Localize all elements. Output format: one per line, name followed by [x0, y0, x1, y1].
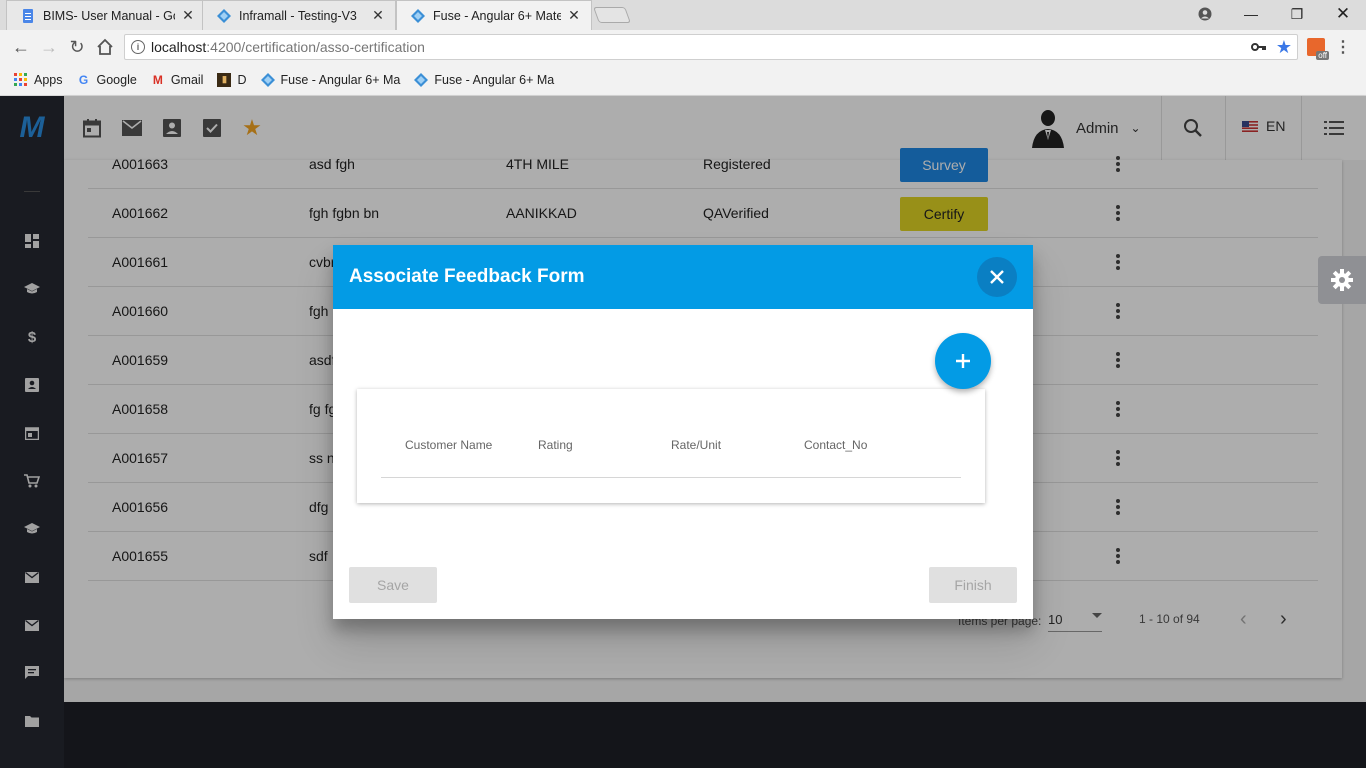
close-window-icon[interactable]: ✕	[1320, 0, 1366, 28]
bookmark-label: Gmail	[170, 72, 204, 87]
browser-tab-bar: BIMS- User Manual - Goo ✕ Inframall - Te…	[0, 0, 1366, 30]
feedback-table: Customer Name Rating Rate/Unit Contact_N…	[357, 389, 985, 503]
key-icon[interactable]	[1248, 34, 1270, 60]
docs-icon	[23, 8, 33, 23]
new-tab-button[interactable]	[593, 7, 631, 23]
restore-icon[interactable]: ❐	[1274, 0, 1320, 28]
plus-icon	[956, 354, 970, 368]
browser-toolbar: ← → ↻ i localhost:4200/certification/ass…	[0, 30, 1366, 64]
browser-tab[interactable]: BIMS- User Manual - Goo ✕	[6, 0, 206, 30]
bookmark-gmail[interactable]: M Gmail	[151, 73, 204, 87]
bookmark-label: Apps	[34, 72, 63, 87]
angular-diamond-icon	[414, 72, 429, 87]
apps-grid-icon	[14, 72, 27, 86]
reload-icon[interactable]: ↻	[66, 36, 88, 58]
bookmark-fuse-2[interactable]: Fuse - Angular 6+ Ma	[414, 72, 555, 87]
bookmark-d[interactable]: ▮ D	[217, 72, 247, 87]
angular-diamond-icon	[260, 72, 275, 87]
bookmark-label: D	[237, 72, 247, 87]
angular-diamond-icon	[411, 8, 425, 23]
close-tab-icon[interactable]: ✕	[181, 7, 195, 24]
browser-tab[interactable]: Inframall - Testing-V3 ✕	[202, 0, 396, 30]
address-bar[interactable]: i localhost:4200/certification/asso-cert…	[124, 34, 1298, 60]
google-icon: G	[78, 72, 89, 87]
browser-tab-active[interactable]: Fuse - Angular 6+ Mater ✕	[396, 0, 592, 30]
bookmark-apps[interactable]: Apps	[14, 72, 63, 87]
theme-settings-button[interactable]	[1318, 256, 1366, 304]
column-header-rate-unit: Rate/Unit	[671, 438, 722, 452]
column-header-rating: Rating	[538, 438, 573, 452]
add-feedback-button[interactable]	[935, 333, 991, 389]
save-button[interactable]: Save	[349, 567, 437, 603]
close-tab-icon[interactable]: ✕	[371, 7, 385, 24]
close-icon	[990, 270, 1004, 284]
column-header-customer-name: Customer Name	[405, 438, 493, 452]
tab-title: Fuse - Angular 6+ Mater	[433, 8, 561, 23]
dialog-header: Associate Feedback Form	[333, 245, 1033, 309]
minimize-icon[interactable]: —	[1228, 0, 1274, 28]
bookmarks-bar: Apps G Google M Gmail ▮ D Fuse - Angular…	[0, 64, 1366, 96]
chrome-menu-icon[interactable]: ⋮	[1335, 34, 1351, 60]
forward-icon[interactable]: →	[38, 36, 60, 58]
finish-button[interactable]: Finish	[929, 567, 1017, 603]
close-tab-icon[interactable]: ✕	[567, 7, 581, 24]
home-icon[interactable]	[94, 36, 116, 58]
column-header-contact-no: Contact_No	[804, 438, 868, 452]
url-host: localhost	[151, 39, 207, 55]
gear-icon	[1331, 269, 1353, 291]
bookmark-label: Google	[96, 72, 137, 87]
bookmark-google[interactable]: G Google	[77, 73, 137, 87]
angular-diamond-icon	[217, 8, 231, 23]
tab-title: BIMS- User Manual - Goo	[43, 8, 175, 23]
url-path: :4200/certification/asso-certification	[206, 39, 425, 55]
book-icon: ▮	[217, 72, 232, 87]
site-info-icon[interactable]: i	[131, 40, 145, 54]
dialog-title: Associate Feedback Form	[349, 266, 585, 287]
extension-badge: off	[1316, 51, 1329, 60]
profile-icon[interactable]	[1182, 0, 1228, 28]
extension-icon[interactable]: off	[1304, 34, 1329, 60]
associate-feedback-dialog: Associate Feedback Form Customer Name Ra…	[333, 245, 1033, 619]
header-divider	[381, 477, 961, 478]
bookmark-star-icon[interactable]: ★	[1272, 34, 1296, 60]
back-icon[interactable]: ←	[10, 36, 32, 58]
bookmark-label: Fuse - Angular 6+ Ma	[434, 72, 555, 87]
bookmark-label: Fuse - Angular 6+ Ma	[280, 72, 401, 87]
close-dialog-button[interactable]	[977, 257, 1017, 297]
bookmark-fuse-1[interactable]: Fuse - Angular 6+ Ma	[260, 72, 401, 87]
tab-title: Inframall - Testing-V3	[239, 8, 357, 23]
gmail-icon: M	[152, 72, 163, 87]
